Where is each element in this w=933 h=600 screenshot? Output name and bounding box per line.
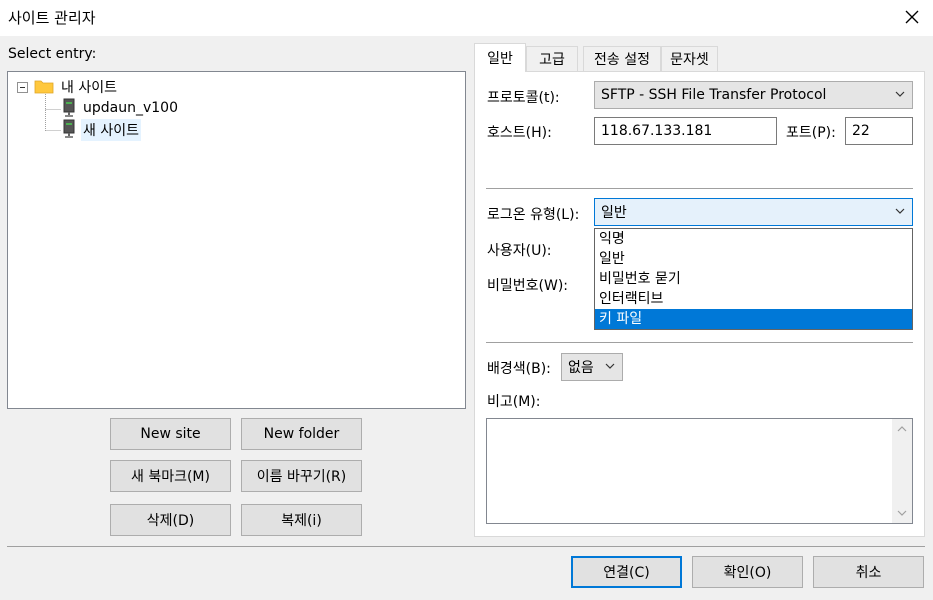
chevron-down-icon bbox=[605, 363, 615, 369]
logon-option-anonymous[interactable]: 익명 bbox=[595, 229, 912, 249]
tab-advanced[interactable]: 고급 bbox=[526, 46, 578, 71]
tab-general[interactable]: 일반 bbox=[474, 43, 526, 72]
close-icon bbox=[905, 10, 919, 24]
logon-option-ask-password[interactable]: 비밀번호 묻기 bbox=[595, 269, 912, 289]
chevron-down-icon[interactable] bbox=[897, 509, 907, 517]
folder-icon bbox=[34, 80, 54, 94]
delete-button[interactable]: 삭제(D) bbox=[110, 504, 231, 536]
chevron-down-icon bbox=[895, 91, 905, 97]
tab-charset[interactable]: 문자셋 bbox=[661, 46, 718, 71]
tree-item-new-site[interactable]: 새 사이트 bbox=[81, 119, 141, 141]
user-label: 사용자(U): bbox=[487, 243, 552, 259]
port-label: 포트(P): bbox=[786, 125, 836, 141]
footer-separator bbox=[7, 546, 925, 547]
tab-transfer-settings[interactable]: 전송 설정 bbox=[583, 46, 661, 71]
close-button[interactable] bbox=[898, 3, 926, 31]
port-field[interactable]: 22 bbox=[845, 117, 913, 145]
cancel-button[interactable]: 취소 bbox=[813, 556, 924, 588]
site-tree[interactable]: 내 사이트 updaun_v100 새 사이트 bbox=[7, 71, 466, 409]
chevron-down-icon bbox=[895, 208, 905, 214]
host-label: 호스트(H): bbox=[487, 125, 552, 141]
title-bar bbox=[0, 0, 933, 36]
server-icon bbox=[63, 119, 75, 138]
notes-label: 비고(M): bbox=[487, 394, 541, 410]
window-title: 사이트 관리자 bbox=[8, 9, 96, 27]
logon-type-label: 로그온 유형(L): bbox=[487, 207, 580, 223]
notes-scrollbar[interactable] bbox=[892, 419, 912, 523]
background-color-select[interactable]: 없음 bbox=[561, 353, 623, 381]
password-label: 비밀번호(W): bbox=[487, 278, 569, 294]
logon-option-interactive[interactable]: 인터랙티브 bbox=[595, 289, 912, 309]
new-folder-button[interactable]: New folder bbox=[241, 418, 362, 450]
logon-option-key-file[interactable]: 키 파일 bbox=[595, 309, 912, 329]
protocol-value: SFTP - SSH File Transfer Protocol bbox=[601, 87, 827, 103]
notes-textarea[interactable] bbox=[486, 418, 913, 524]
ok-button[interactable]: 확인(O) bbox=[692, 556, 803, 588]
background-color-label: 배경색(B): bbox=[487, 361, 551, 377]
logon-type-value: 일반 bbox=[601, 205, 627, 221]
rename-button[interactable]: 이름 바꾸기(R) bbox=[241, 460, 362, 492]
minus-icon bbox=[20, 87, 25, 88]
collapse-toggle[interactable] bbox=[17, 82, 28, 93]
logon-type-dropdown[interactable]: 익명 일반 비밀번호 묻기 인터랙티브 키 파일 bbox=[594, 228, 913, 330]
server-icon bbox=[63, 98, 75, 117]
background-color-value: 없음 bbox=[568, 360, 594, 376]
tree-item-updaun[interactable]: updaun_v100 bbox=[83, 100, 178, 116]
tree-root-label[interactable]: 내 사이트 bbox=[61, 77, 117, 97]
protocol-select[interactable]: SFTP - SSH File Transfer Protocol bbox=[594, 81, 913, 109]
select-entry-label: Select entry: bbox=[8, 46, 97, 62]
protocol-label: 프로토콜(t): bbox=[487, 90, 560, 106]
logon-type-select[interactable]: 일반 bbox=[594, 198, 913, 226]
new-site-button[interactable]: New site bbox=[110, 418, 231, 450]
separator bbox=[486, 342, 913, 343]
duplicate-button[interactable]: 복제(i) bbox=[241, 504, 362, 536]
separator bbox=[486, 188, 913, 189]
new-bookmark-button[interactable]: 새 북마크(M) bbox=[110, 460, 231, 492]
host-field[interactable]: 118.67.133.181 bbox=[594, 117, 777, 145]
logon-option-normal[interactable]: 일반 bbox=[595, 249, 912, 269]
chevron-up-icon[interactable] bbox=[897, 425, 907, 433]
connect-button[interactable]: 연결(C) bbox=[571, 556, 682, 588]
